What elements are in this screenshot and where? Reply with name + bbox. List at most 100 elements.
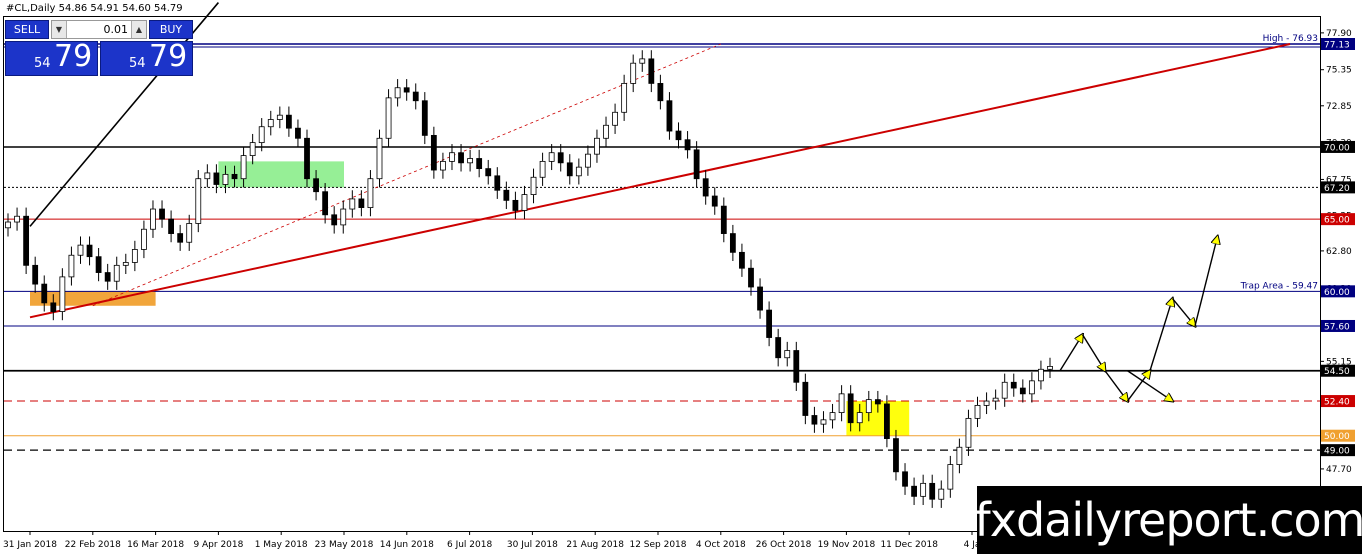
level-price-label: 70.00 bbox=[1324, 143, 1350, 153]
candle-body bbox=[947, 464, 954, 490]
candle-body bbox=[14, 215, 20, 223]
candle-body bbox=[195, 178, 202, 224]
candle-body bbox=[920, 482, 927, 497]
x-tick-label: 23 May 2018 bbox=[315, 540, 374, 550]
candle-body bbox=[557, 152, 564, 164]
candle-body bbox=[59, 276, 66, 312]
one-click-trading-panel: SELL ▼ 0.01 ▲ BUY 54 79 54 79 bbox=[5, 20, 193, 76]
y-tick-label: 62.80 bbox=[1326, 247, 1352, 257]
candle-body bbox=[566, 162, 573, 177]
y-tick-label: 72.85 bbox=[1326, 102, 1352, 112]
symbol-info: #CL,Daily 54.86 54.91 54.60 54.79 bbox=[6, 3, 183, 14]
level-price-label: 52.40 bbox=[1324, 398, 1350, 408]
candle-body bbox=[32, 264, 39, 285]
x-tick-label: 21 Aug 2018 bbox=[566, 540, 624, 550]
candle-body bbox=[249, 142, 256, 157]
ask-quote[interactable]: 54 79 bbox=[100, 39, 193, 76]
candle-body bbox=[376, 137, 383, 180]
candle-body bbox=[95, 256, 102, 273]
candle-body bbox=[412, 91, 419, 102]
candle-body bbox=[358, 198, 365, 208]
candle-body bbox=[258, 126, 265, 144]
candle-body bbox=[612, 111, 618, 126]
candle-body bbox=[104, 272, 111, 282]
x-tick-label: 14 Jun 2018 bbox=[380, 540, 434, 550]
candle-body bbox=[938, 488, 945, 500]
candle-body bbox=[729, 233, 736, 253]
candle-body bbox=[983, 400, 990, 406]
lot-size-stepper[interactable]: ▼ 0.01 ▲ bbox=[51, 20, 147, 39]
candle-body bbox=[122, 262, 129, 266]
candle-body bbox=[784, 350, 791, 359]
ask-price-prefix: 54 bbox=[129, 56, 146, 71]
candle-body bbox=[113, 264, 120, 282]
candle-body bbox=[449, 152, 455, 162]
level-price-label: 54.50 bbox=[1324, 367, 1350, 377]
candle-body bbox=[1047, 366, 1053, 370]
candle-body bbox=[1010, 381, 1017, 389]
candle-body bbox=[5, 221, 11, 229]
candle-body bbox=[711, 195, 718, 207]
candle-body bbox=[739, 251, 745, 269]
lot-size-input[interactable]: 0.01 bbox=[68, 22, 130, 37]
candle-body bbox=[394, 87, 401, 99]
candle-body bbox=[86, 244, 93, 258]
y-tick-label: 77.90 bbox=[1326, 29, 1352, 39]
candle-body bbox=[485, 168, 492, 177]
candle-body bbox=[467, 158, 474, 164]
x-tick-label: 26 Oct 2018 bbox=[756, 540, 812, 550]
candle-body bbox=[77, 244, 84, 256]
candle-body bbox=[159, 208, 165, 220]
candle-body bbox=[331, 214, 338, 226]
candle-body bbox=[548, 152, 555, 162]
chevron-down-icon[interactable]: ▼ bbox=[52, 21, 67, 38]
candle-body bbox=[675, 130, 682, 141]
buy-button[interactable]: BUY bbox=[149, 20, 193, 39]
candle-body bbox=[530, 176, 537, 195]
candle-body bbox=[584, 153, 591, 168]
candle-body bbox=[856, 412, 863, 424]
candle-body bbox=[295, 127, 301, 139]
candle-body bbox=[630, 62, 637, 84]
candle-body bbox=[865, 399, 872, 414]
candle-body bbox=[68, 254, 75, 278]
candle-body bbox=[838, 393, 845, 414]
candle-body bbox=[494, 175, 501, 191]
bid-quote[interactable]: 54 79 bbox=[5, 39, 98, 76]
level-price-label: 60.00 bbox=[1324, 288, 1350, 298]
candle-body bbox=[594, 137, 600, 155]
candle-body bbox=[304, 137, 310, 180]
candle-body bbox=[666, 100, 673, 132]
candle-body bbox=[1028, 380, 1035, 395]
candle-body bbox=[41, 283, 48, 304]
level-price-label: 67.20 bbox=[1324, 184, 1350, 194]
candle-body bbox=[213, 172, 220, 185]
chevron-up-icon[interactable]: ▲ bbox=[131, 21, 146, 38]
candle-body bbox=[222, 173, 229, 185]
candle-body bbox=[231, 173, 238, 180]
candle-body bbox=[874, 399, 881, 405]
level-price-label: 50.00 bbox=[1324, 432, 1350, 442]
candle-body bbox=[50, 302, 57, 312]
x-tick-label: 19 Nov 2018 bbox=[818, 540, 876, 550]
candle-body bbox=[793, 350, 800, 383]
candle-body bbox=[820, 419, 827, 425]
candle-body bbox=[802, 381, 809, 416]
candle-body bbox=[276, 114, 283, 120]
level-price-label: 57.60 bbox=[1324, 322, 1350, 332]
candle-body bbox=[186, 223, 193, 243]
x-tick-label: 30 Jul 2018 bbox=[507, 540, 558, 550]
candle-body bbox=[974, 404, 981, 419]
candle-body bbox=[657, 83, 664, 102]
y-tick-label: 75.35 bbox=[1326, 66, 1352, 76]
candle-body bbox=[829, 412, 836, 421]
level-price-label: 49.00 bbox=[1324, 447, 1350, 457]
candle-body bbox=[956, 446, 963, 465]
x-tick-label: 6 Jul 2018 bbox=[447, 540, 492, 550]
x-tick-label: 31 Jan 2018 bbox=[3, 540, 57, 550]
candle-body bbox=[285, 114, 292, 129]
candle-body bbox=[367, 178, 374, 208]
candle-body bbox=[458, 152, 464, 164]
sell-button[interactable]: SELL bbox=[5, 20, 49, 39]
bid-price-pips: 79 bbox=[54, 39, 93, 74]
